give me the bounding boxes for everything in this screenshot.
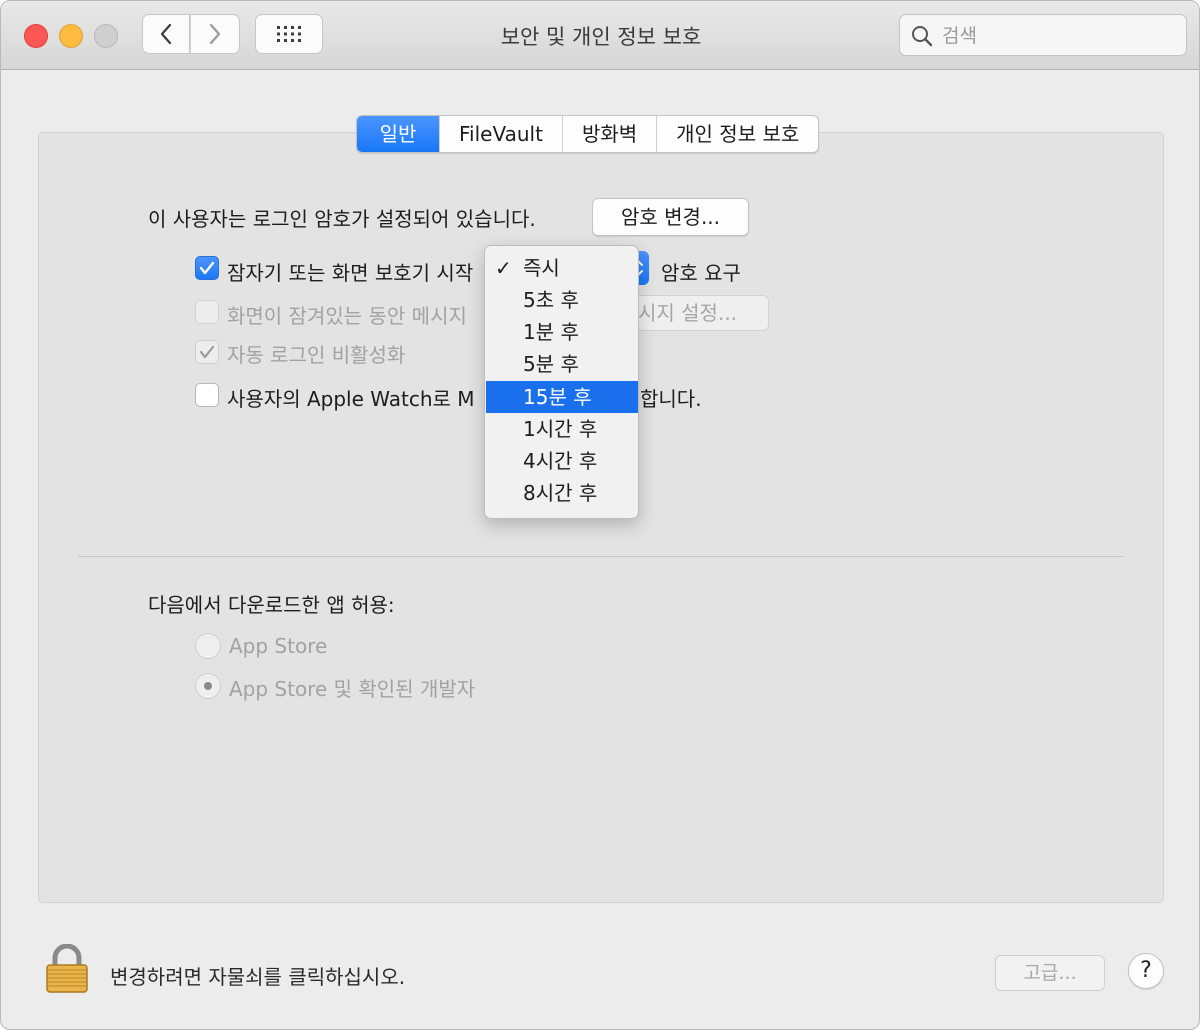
require-password-label: 잠자기 또는 화면 보호기 시작 <box>227 261 474 285</box>
lock-message-checkbox[interactable] <box>195 300 219 324</box>
apple-watch-label-right: 합니다. <box>640 387 702 411</box>
menu-item-1-hour[interactable]: 1시간 후 <box>486 413 638 445</box>
help-button[interactable]: ? <box>1128 953 1164 989</box>
close-button[interactable] <box>24 24 48 48</box>
set-lock-message-button[interactable]: 시지 설정... <box>619 295 769 331</box>
padlock-icon <box>46 943 88 993</box>
apple-watch-unlock-checkbox[interactable] <box>195 383 219 407</box>
window-title: 보안 및 개인 정보 보호 <box>500 25 702 49</box>
search-field[interactable] <box>899 14 1187 56</box>
search-input[interactable] <box>940 21 1174 51</box>
chevron-right-icon <box>209 23 221 45</box>
chevron-left-icon <box>160 23 172 45</box>
grid-icon <box>277 26 301 42</box>
tab-filevault[interactable]: FileVault <box>440 116 563 152</box>
lock-button[interactable] <box>45 943 89 998</box>
apple-watch-label-left: 사용자의 Apple Watch로 M <box>227 387 475 411</box>
require-password-suffix: 암호 요구 <box>661 261 741 285</box>
menu-item-4-hours[interactable]: 4시간 후 <box>486 445 638 477</box>
menu-item-8-hours[interactable]: 8시간 후 <box>486 477 638 509</box>
menu-item-1-minute[interactable]: 1분 후 <box>486 316 638 348</box>
show-all-button[interactable] <box>255 14 323 54</box>
disable-auto-login-label: 자동 로그인 비활성화 <box>227 343 406 367</box>
radio-app-store-label: App Store <box>229 634 328 658</box>
change-password-button[interactable]: 암호 변경... <box>592 198 749 236</box>
checkmark-icon: ✓ <box>495 256 512 280</box>
minimize-button[interactable] <box>59 24 83 48</box>
title-bar: 보안 및 개인 정보 보호 <box>1 1 1199 70</box>
zoom-button[interactable] <box>94 24 118 48</box>
tab-general[interactable]: 일반 <box>357 116 440 152</box>
require-password-checkbox[interactable] <box>195 256 219 280</box>
tab-privacy[interactable]: 개인 정보 보호 <box>657 116 818 152</box>
allow-apps-heading: 다음에서 다운로드한 앱 허용: <box>148 593 395 617</box>
tab-firewall[interactable]: 방화벽 <box>563 116 658 152</box>
advanced-button[interactable]: 고급... <box>995 955 1105 991</box>
menu-item-5-seconds[interactable]: 5초 후 <box>486 284 638 316</box>
back-button[interactable] <box>142 14 190 54</box>
menu-item-5-minutes[interactable]: 5분 후 <box>486 348 638 380</box>
checkmark-icon <box>199 345 215 359</box>
lock-message-label: 화면이 잠겨있는 동안 메시지 <box>227 304 467 328</box>
disable-auto-login-checkbox[interactable] <box>195 340 219 364</box>
preferences-window: 보안 및 개인 정보 보호 일반 FileVault 방화벽 개인 정보 보호 … <box>0 0 1200 1030</box>
checkmark-icon <box>199 261 215 275</box>
menu-item-immediately[interactable]: ✓ 즉시 <box>486 252 638 284</box>
section-divider <box>78 556 1124 557</box>
menu-item-15-minutes[interactable]: 15분 후 <box>486 381 638 413</box>
radio-app-store[interactable] <box>195 633 221 659</box>
tab-bar: 일반 FileVault 방화벽 개인 정보 보호 <box>356 115 820 153</box>
forward-button[interactable] <box>190 14 240 54</box>
radio-app-store-identified-label: App Store 및 확인된 개발자 <box>229 677 476 701</box>
search-icon <box>912 26 933 47</box>
radio-app-store-identified[interactable] <box>195 673 221 699</box>
lock-hint-text: 변경하려면 자물쇠를 클릭하십시오. <box>110 965 406 989</box>
delay-dropdown-menu: ✓ 즉시 5초 후 1분 후 5분 후 15분 후 1시간 후 4시간 후 8시… <box>484 245 639 519</box>
password-status-text: 이 사용자는 로그인 암호가 설정되어 있습니다. <box>148 207 536 231</box>
